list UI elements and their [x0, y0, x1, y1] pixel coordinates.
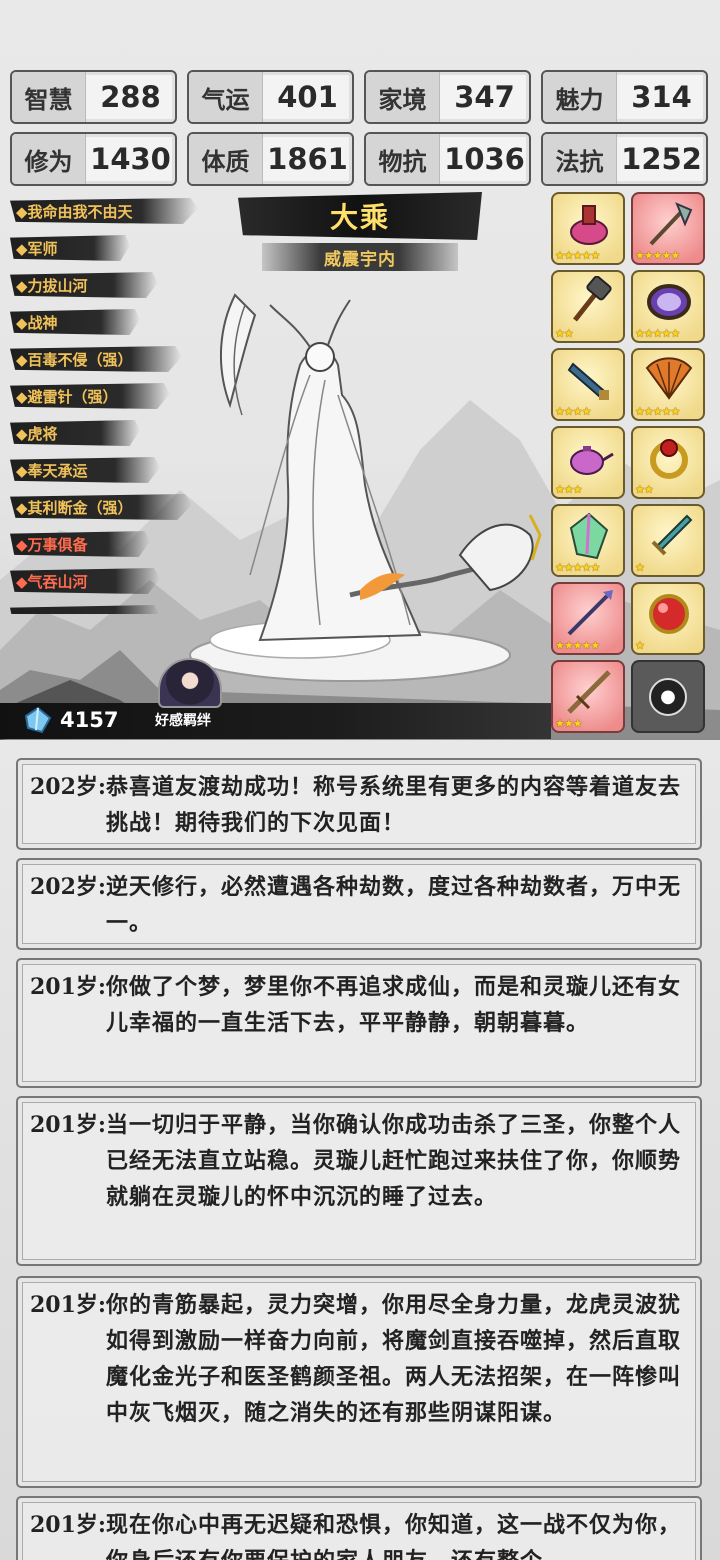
character-figure: [189, 293, 542, 682]
attribute-grid: 智慧 288 气运 401 家境 347 魅力 314 修为 1430 体质 1861 物抗…: [10, 70, 710, 186]
log-entry: 202岁: 逆天修行，必然遭遇各种劫数，度过各种劫数者，万中无一。: [16, 858, 702, 950]
spirit-stone-count: 4157: [60, 708, 119, 732]
star-rating: ★★★★★: [555, 639, 600, 652]
trait-item[interactable]: ◆军师: [10, 233, 200, 263]
star-rating: ★★★★: [555, 405, 591, 418]
ring-icon: [650, 439, 688, 479]
equip-slot[interactable]: ★★★★★: [631, 192, 705, 265]
equip-slot[interactable]: ★: [631, 582, 705, 655]
blade-icon: [567, 362, 609, 400]
star-rating: ★★★★★: [635, 249, 680, 262]
teapot-icon: [570, 446, 614, 475]
log-entry: 201岁: 你做了个梦，梦里你不再追求成仙，而是和灵璇儿还有女儿幸福的一直生活下…: [16, 958, 702, 1088]
equip-slot[interactable]: ★★★: [551, 426, 625, 499]
lock-icon: ●: [649, 677, 687, 716]
fan-icon: [645, 357, 693, 400]
stat-luck: 气运 401: [187, 70, 354, 124]
log-entry: 201岁: 你的青筋暴起，灵力突增，你用尽全身力量，龙虎灵波犹如得到激励一样奋力…: [16, 1276, 702, 1488]
star-rating: ★★★★★: [555, 249, 600, 262]
star-rating: ★★: [635, 483, 654, 496]
stat-physical-resist: 物抗 1036: [364, 132, 531, 186]
war-hammer-icon: [573, 276, 612, 322]
equip-slot[interactable]: ★★★★★: [631, 348, 705, 421]
spear-icon: [567, 590, 613, 636]
spirit-stone-icon: [24, 706, 52, 734]
equip-slot[interactable]: ★★★★★: [631, 270, 705, 343]
companion-bond-label[interactable]: 好感羁绊: [155, 710, 211, 730]
realm-subtitle-banner: 威震宇内: [262, 243, 458, 271]
equip-slot[interactable]: ★★★: [551, 660, 625, 733]
star-rating: ★★: [555, 327, 574, 340]
stat-family: 家境 347: [364, 70, 531, 124]
equip-slot[interactable]: ★★: [551, 270, 625, 343]
crystal-icon: [569, 512, 609, 560]
stat-magic-resist: 法抗 1252: [541, 132, 708, 186]
equip-slot[interactable]: ★★: [631, 426, 705, 499]
star-rating: ★: [635, 639, 645, 652]
equip-slot-locked[interactable]: ●: [631, 660, 705, 733]
staff-icon: [567, 670, 611, 714]
star-rating: ★★★★★: [555, 561, 600, 574]
star-rating: ★★★★★: [635, 405, 680, 418]
mirror-icon: [647, 284, 691, 320]
star-rating: ★★★: [555, 717, 583, 730]
star-rating: ★★★★★: [635, 327, 680, 340]
event-log[interactable]: 202岁: 恭喜道友渡劫成功！称号系统里有更多的内容等着道友去挑战！期待我们的下…: [0, 740, 720, 1560]
sword-icon: [651, 514, 693, 556]
log-entry: 201岁: 当一切归于平静，当你确认你成功击杀了三圣，你整个人已经无法直立站稳。…: [16, 1096, 702, 1266]
stat-wisdom: 智慧 288: [10, 70, 177, 124]
star-rating: ★★★: [555, 483, 583, 496]
equip-slot[interactable]: ★★★★★: [551, 582, 625, 655]
realm-banner: 大乘: [238, 192, 482, 240]
realm-subtitle: 威震宇内: [324, 249, 396, 270]
stat-cultivation: 修为 1430: [10, 132, 177, 186]
equip-slot[interactable]: ★: [631, 504, 705, 577]
magic-pot-icon: [570, 205, 608, 245]
equip-slot[interactable]: ★★★★: [551, 348, 625, 421]
log-entry: 202岁: 恭喜道友渡劫成功！称号系统里有更多的内容等着道友去挑战！期待我们的下…: [16, 758, 702, 850]
stat-constitution: 体质 1861: [187, 132, 354, 186]
log-entry: 201岁: 现在你心中再无迟疑和恐惧，你知道，这一战不仅为你，你身后还有你要保护…: [16, 1496, 702, 1560]
stat-charm: 魅力 314: [541, 70, 708, 124]
realm-title: 大乘: [329, 201, 390, 234]
equip-slot[interactable]: ★★★★★: [551, 192, 625, 265]
star-rating: ★: [635, 561, 645, 574]
halberd-icon: [649, 202, 693, 246]
orb-icon: [649, 594, 689, 634]
equip-slot[interactable]: ★★★★★: [551, 504, 625, 577]
equipment-grid: ★★★★★ ★★★★★ ★★ ★★★★★ ★★★★ ★★★★★ ★★★ ★★ ★…: [551, 192, 709, 733]
trait-item[interactable]: ◆我命由我不由天: [10, 196, 200, 226]
